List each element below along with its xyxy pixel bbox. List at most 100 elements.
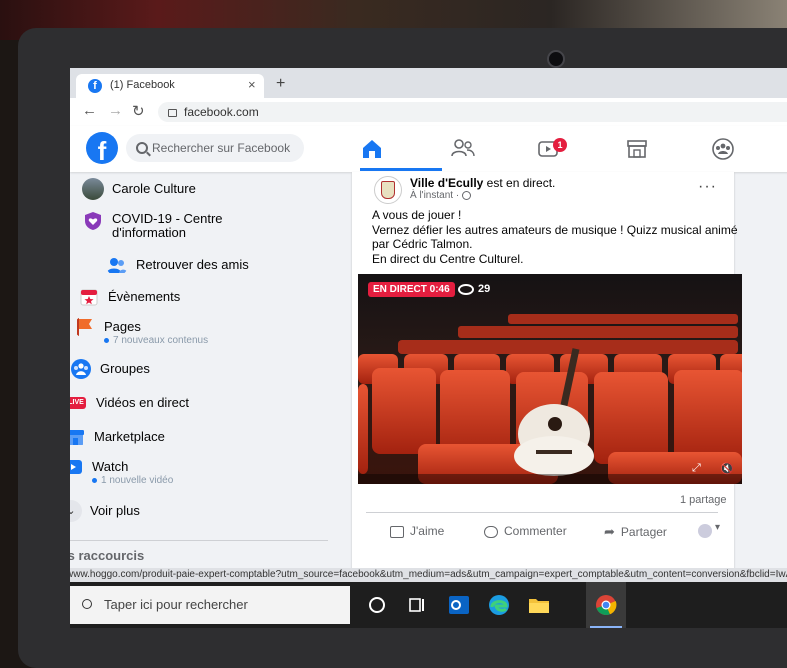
url-field[interactable]: facebook.com <box>158 102 787 122</box>
thumbs-up-icon <box>390 525 404 538</box>
groups-icon[interactable] <box>710 136 736 162</box>
marketplace-icon <box>70 430 84 445</box>
sidebar-item-find-friends[interactable]: Retrouver des amis <box>106 252 306 282</box>
file-explorer-icon[interactable] <box>526 592 552 618</box>
sidebar-item-label: Voir plus <box>90 503 140 518</box>
sidebar-item-label: Pages <box>104 319 141 334</box>
viewer-count: 29 <box>458 283 490 295</box>
marketplace-icon[interactable] <box>624 136 650 162</box>
post-author-line: Ville d'Ecully est en direct. <box>410 176 555 190</box>
left-sidebar: Carole Culture COVID-19 - Centre d'infor… <box>70 172 350 582</box>
search-icon <box>82 599 92 609</box>
sidebar-item-groups[interactable]: Groupes <box>70 356 270 386</box>
live-badge: EN DIRECT 0:46 <box>368 282 455 297</box>
share-arrow-icon: ➦ <box>604 524 615 539</box>
chevron-down-icon: ⌄ <box>70 500 82 522</box>
sidebar-item-label-line2: d'information <box>112 225 187 240</box>
post-text-line: par Cédric Talmon. <box>372 237 473 251</box>
live-icon: LIVE <box>70 397 86 409</box>
fullscreen-icon[interactable]: ⤢ <box>692 462 701 475</box>
facebook-search-input[interactable]: Rechercher sur Facebook <box>126 134 304 162</box>
browser-tab-facebook[interactable]: f (1) Facebook × <box>76 74 264 98</box>
avatar <box>82 178 104 200</box>
sidebar-item-sub: 7 nouveaux contenus <box>104 335 208 346</box>
post-options-icon[interactable]: ··· <box>698 178 717 196</box>
comment-label: Commenter <box>504 524 567 538</box>
share-count[interactable]: 1 partage <box>680 494 726 506</box>
sidebar-item-marketplace[interactable]: Marketplace <box>70 424 264 454</box>
friends-icon[interactable] <box>450 136 476 162</box>
laptop-screen: f (1) Facebook × + ← → ↻ facebook.com f … <box>70 68 787 628</box>
sidebar-item-label: Évènements <box>108 289 181 304</box>
sidebar-item-pages[interactable]: Pages 7 nouveaux contenus <box>74 314 274 350</box>
watch-icon <box>70 460 82 474</box>
post-time[interactable]: À l'instant · <box>410 190 471 201</box>
sidebar-item-label: Carole Culture <box>112 181 196 196</box>
post-text-line: En direct du Centre Culturel. <box>372 251 524 266</box>
sidebar-item-label: COVID-19 - Centre <box>112 211 223 226</box>
like-label: J'aime <box>410 524 445 538</box>
webcam <box>547 50 565 68</box>
comment-button[interactable]: Commenter <box>484 524 567 538</box>
sidebar-divider <box>70 540 328 541</box>
flag-icon <box>77 318 92 336</box>
task-view-icon[interactable] <box>404 592 430 618</box>
sidebar-item-label: Vidéos en direct <box>96 395 189 410</box>
city-crest-icon <box>381 181 395 199</box>
facebook-favicon-icon: f <box>88 79 102 93</box>
sidebar-item-sub: 1 nouvelle vidéo <box>92 475 173 486</box>
page-avatar[interactable] <box>374 176 402 204</box>
edge-icon[interactable] <box>486 592 512 618</box>
like-button[interactable]: J'aime <box>390 524 444 538</box>
home-icon[interactable] <box>360 136 384 162</box>
new-tab-button[interactable]: + <box>276 75 285 93</box>
browser-tab-strip: f (1) Facebook × + <box>70 68 787 98</box>
sidebar-item-watch[interactable]: Watch 1 nouvelle vidéo <box>70 454 262 490</box>
calendar-star-icon <box>80 289 98 306</box>
taskbar-search-input[interactable]: Taper ici pour rechercher <box>70 586 350 624</box>
tab-close-icon[interactable]: × <box>248 77 256 92</box>
sidebar-item-label: Watch <box>92 459 129 474</box>
facebook-logo-icon[interactable]: f <box>86 132 118 164</box>
sidebar-item-live-videos[interactable]: LIVE Vidéos en direct <box>70 390 266 420</box>
share-button[interactable]: ➦ Partager <box>604 524 667 540</box>
comment-icon <box>484 525 498 538</box>
post-divider <box>366 512 718 513</box>
forward-arrow-icon[interactable]: → <box>108 102 123 119</box>
home-tab-indicator <box>360 168 442 171</box>
post-text: A vous de jouer ! Vernez défier les autr… <box>372 208 738 266</box>
search-icon <box>136 142 148 154</box>
eye-icon <box>458 283 474 295</box>
groups-icon <box>71 359 91 379</box>
sidebar-item-label: Groupes <box>100 361 150 376</box>
chrome-icon[interactable] <box>593 592 619 618</box>
browser-address-bar: ← → ↻ facebook.com <box>70 98 787 127</box>
see-more-button[interactable]: ⌄ Voir plus <box>70 498 260 528</box>
sidebar-item-events[interactable]: Évènements <box>78 284 278 314</box>
facebook-header: f Rechercher sur Facebook 1 <box>70 126 787 172</box>
video-frame-theatre <box>358 274 742 484</box>
cortana-icon[interactable] <box>364 592 390 618</box>
outlook-icon[interactable] <box>446 592 472 618</box>
reload-icon[interactable]: ↻ <box>132 102 145 120</box>
lock-icon <box>168 109 177 117</box>
sidebar-item-profile[interactable]: Carole Culture <box>82 176 302 206</box>
sidebar-item-covid[interactable]: COVID-19 - Centre d'information <box>82 208 302 248</box>
share-label: Partager <box>620 525 667 539</box>
link-status-bar: https://www.hoggo.com/produit-paie-exper… <box>70 568 787 582</box>
url-text: facebook.com <box>184 105 259 119</box>
post-status: est en direct. <box>483 176 556 190</box>
post-text-line: Vernez défier les autres amateurs de mus… <box>372 222 738 237</box>
back-arrow-icon[interactable]: ← <box>82 102 97 119</box>
live-video-player[interactable]: EN DIRECT 0:46 29 ⤢ 🔇 <box>358 274 742 484</box>
taskbar-search-placeholder: Taper ici pour rechercher <box>104 597 248 612</box>
search-placeholder: Rechercher sur Facebook <box>152 141 291 155</box>
volume-icon[interactable]: 🔇 <box>720 462 734 475</box>
tab-title: (1) Facebook <box>110 79 175 91</box>
post-author[interactable]: Ville d'Ecully <box>410 176 483 190</box>
reaction-identity-selector[interactable] <box>698 522 720 538</box>
globe-icon <box>461 190 471 200</box>
watch-notification-badge: 1 <box>553 138 567 152</box>
feed-post: Ville d'Ecully est en direct. À l'instan… <box>352 172 742 592</box>
shield-heart-icon <box>85 212 101 230</box>
